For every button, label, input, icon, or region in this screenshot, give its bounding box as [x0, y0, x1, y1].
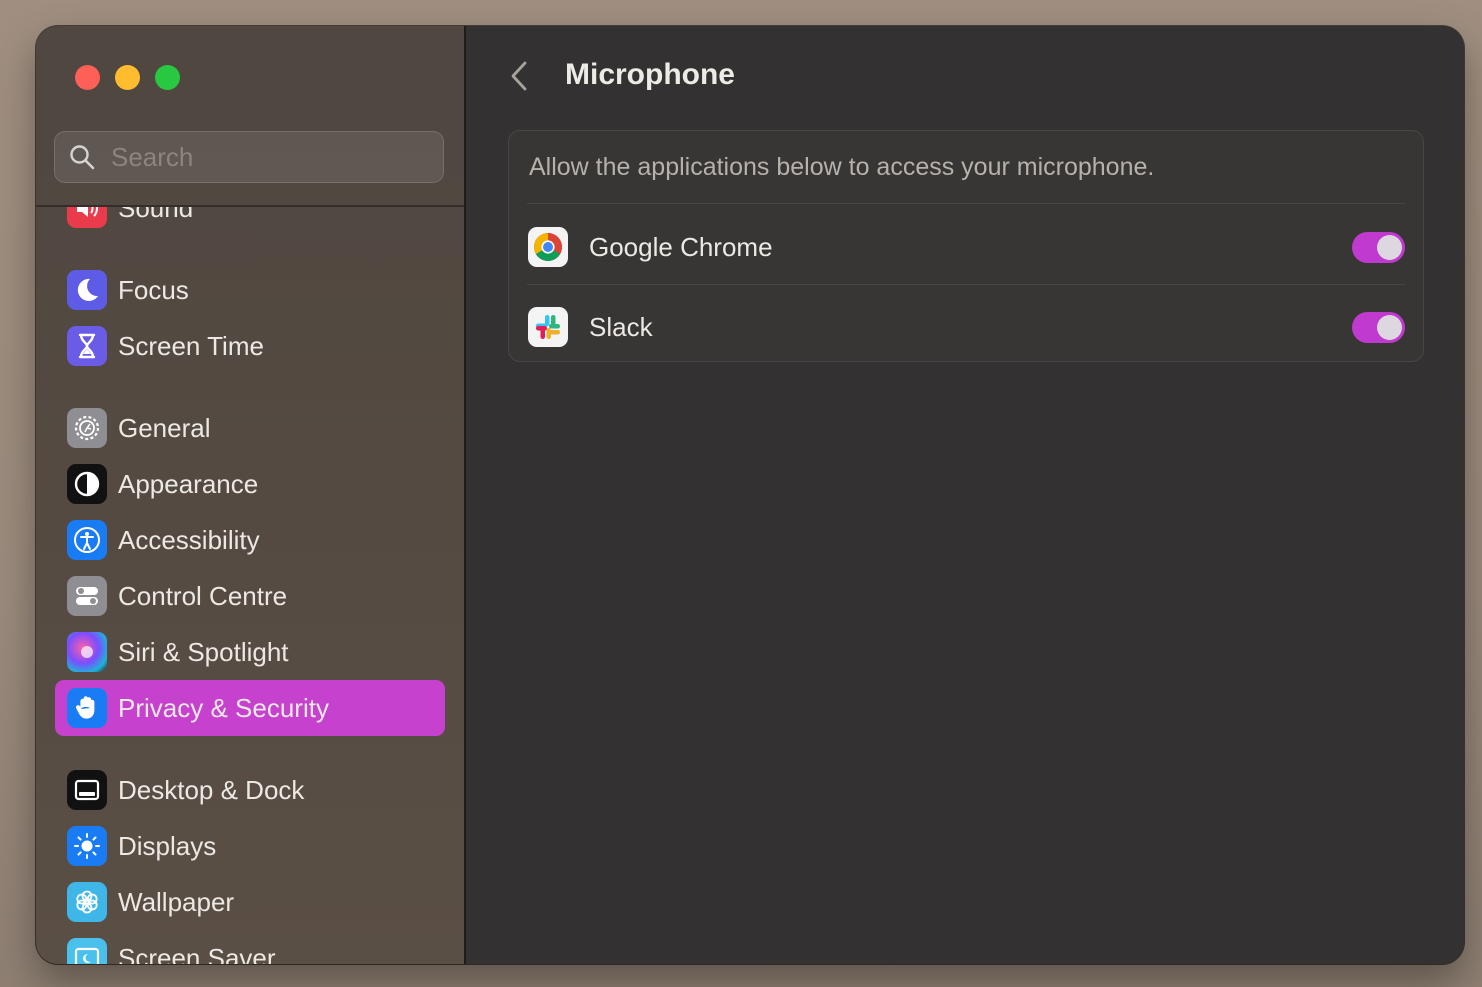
panel-description: Allow the applications below to access y… [529, 153, 1154, 182]
chrome-microphone-toggle[interactable] [1352, 232, 1405, 263]
page-title: Microphone [565, 58, 735, 92]
toggle-knob [1377, 315, 1402, 340]
search-input[interactable] [109, 141, 413, 174]
app-name: Slack [589, 312, 653, 343]
appearance-icon [67, 464, 107, 504]
sidebar-item-label: Appearance [118, 469, 258, 500]
sidebar-item-siri-spotlight[interactable]: Siri & Spotlight [55, 624, 445, 680]
hourglass-icon [67, 326, 107, 366]
minimize-button[interactable] [115, 65, 140, 90]
sidebar-item-control-centre[interactable]: Control Centre [55, 568, 445, 624]
main-content: Microphone Allow the applications below … [466, 26, 1464, 964]
maximize-button[interactable] [155, 65, 180, 90]
sidebar-item-accessibility[interactable]: Accessibility [55, 512, 445, 568]
close-button[interactable] [75, 65, 100, 90]
sidebar-item-appearance[interactable]: Appearance [55, 456, 445, 512]
accessibility-icon [67, 520, 107, 560]
control-centre-icon [67, 576, 107, 616]
flower-icon [67, 882, 107, 922]
toggle-knob [1377, 235, 1402, 260]
gear-icon [67, 408, 107, 448]
chrome-icon [528, 227, 568, 267]
chevron-left-icon [509, 60, 529, 92]
sidebar-item-wallpaper[interactable]: Wallpaper [55, 874, 445, 930]
screen-saver-icon [67, 938, 107, 964]
sidebar-item-screen-saver[interactable]: Screen Saver [55, 930, 445, 964]
sidebar-item-label: Focus [118, 275, 189, 306]
hand-icon [67, 688, 107, 728]
sidebar-item-privacy-security[interactable]: Privacy & Security [55, 680, 445, 736]
sidebar-item-label: Desktop & Dock [118, 775, 304, 806]
traffic-lights [75, 65, 180, 90]
sidebar-item-label: Screen Saver [118, 943, 276, 965]
speaker-icon [67, 207, 107, 228]
settings-window: Sound Focus Screen Time General [36, 26, 1464, 964]
slack-icon [528, 307, 568, 347]
sidebar-item-label: Siri & Spotlight [118, 637, 289, 668]
search-icon [69, 144, 95, 170]
sidebar-list: Sound Focus Screen Time General [36, 207, 464, 964]
app-row-slack: Slack [509, 287, 1423, 367]
sidebar-item-screen-time[interactable]: Screen Time [55, 318, 445, 374]
app-row-google-chrome: Google Chrome [509, 207, 1423, 287]
search-field[interactable] [54, 131, 444, 183]
sidebar-item-displays[interactable]: Displays [55, 818, 445, 874]
sidebar-item-label: Screen Time [118, 331, 264, 362]
app-name: Google Chrome [589, 232, 773, 263]
sidebar: Sound Focus Screen Time General [36, 26, 466, 964]
sidebar-item-label: Privacy & Security [118, 693, 329, 724]
sidebar-item-label: Sound [118, 207, 193, 224]
sidebar-item-focus[interactable]: Focus [55, 262, 445, 318]
sun-icon [67, 826, 107, 866]
sidebar-item-label: General [118, 413, 211, 444]
sidebar-item-label: Control Centre [118, 581, 287, 612]
moon-icon [67, 270, 107, 310]
sidebar-item-general[interactable]: General [55, 400, 445, 456]
slack-microphone-toggle[interactable] [1352, 312, 1405, 343]
sidebar-item-label: Displays [118, 831, 216, 862]
sidebar-item-desktop-dock[interactable]: Desktop & Dock [55, 762, 445, 818]
divider [527, 284, 1405, 285]
microphone-access-panel: Allow the applications below to access y… [508, 130, 1424, 362]
siri-icon [67, 632, 107, 672]
sidebar-item-label: Accessibility [118, 525, 260, 556]
back-button[interactable] [504, 58, 534, 94]
divider [527, 203, 1405, 204]
sidebar-item-label: Wallpaper [118, 887, 234, 918]
dock-icon [67, 770, 107, 810]
sidebar-item-sound[interactable]: Sound [55, 207, 445, 236]
